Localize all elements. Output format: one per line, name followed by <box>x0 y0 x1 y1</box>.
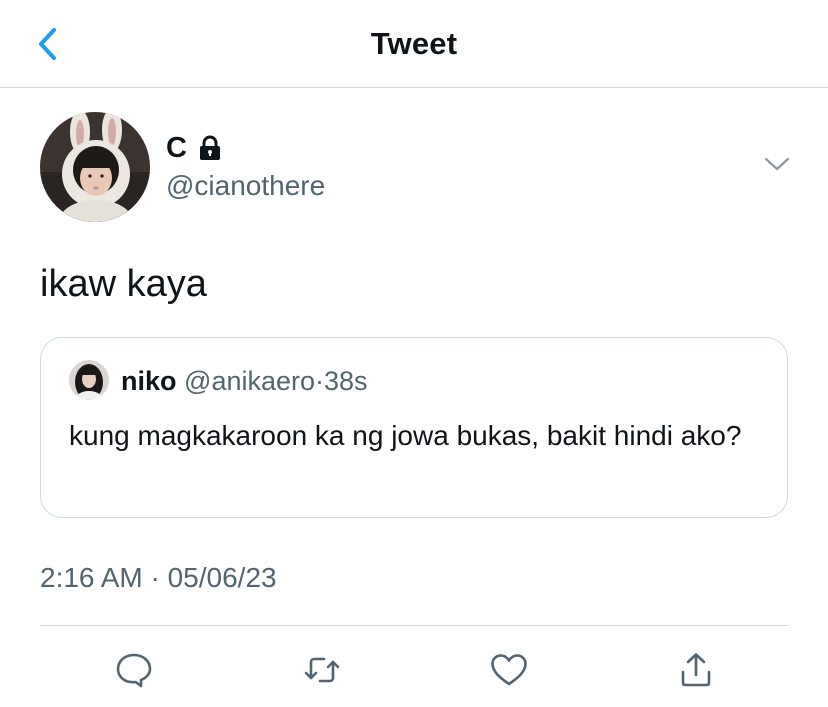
quote-separator: · <box>315 366 325 396</box>
display-name[interactable]: C <box>166 132 187 165</box>
navigation-bar: Tweet <box>0 0 828 88</box>
quote-handle: @anikaero <box>184 366 316 396</box>
quote-time: 38s <box>324 366 368 396</box>
tweet-text: ikaw kaya <box>40 263 207 305</box>
share-icon[interactable] <box>676 650 716 690</box>
author-row: C <box>166 130 224 166</box>
quote-avatar[interactable] <box>69 360 109 400</box>
tweet-timestamp[interactable]: 2:16 AM · 05/06/23 <box>40 562 277 594</box>
like-icon[interactable] <box>489 650 529 690</box>
author-handle[interactable]: @cianothere <box>166 170 325 202</box>
reply-icon[interactable] <box>114 650 154 690</box>
avatar[interactable] <box>40 112 150 222</box>
quote-display-name: niko <box>121 366 177 396</box>
divider <box>40 625 788 626</box>
quote-header: niko @anikaero·38s <box>121 365 368 397</box>
retweet-icon[interactable] <box>302 650 342 690</box>
quote-text: kung magkakaroon ka ng jowa bukas, bakit… <box>69 420 742 451</box>
chevron-down-icon[interactable] <box>764 154 790 174</box>
quoted-tweet[interactable]: niko @anikaero·38s kung magkakaroon ka n… <box>40 337 788 518</box>
lock-icon <box>199 135 220 160</box>
page-title: Tweet <box>370 26 458 61</box>
